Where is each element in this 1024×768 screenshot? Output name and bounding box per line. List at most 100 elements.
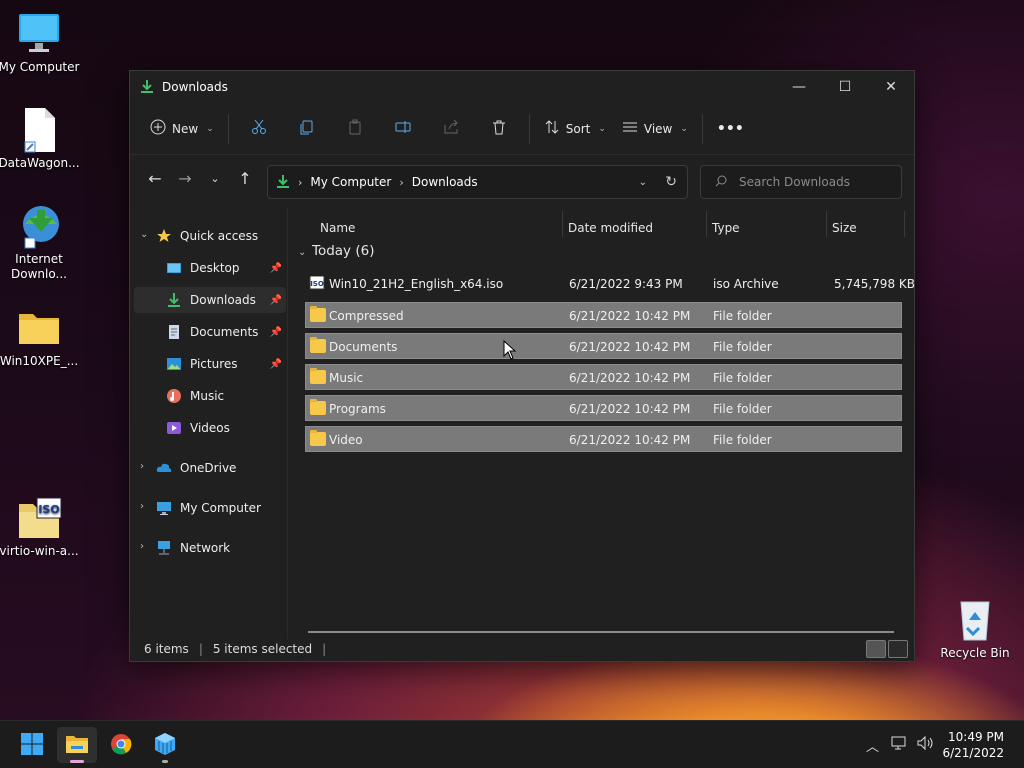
network-icon: [156, 540, 172, 556]
column-header-name[interactable]: Name: [320, 215, 355, 241]
cut-button[interactable]: [235, 112, 283, 146]
details-view-icon[interactable]: [866, 640, 886, 658]
forward-arrow-icon[interactable]: →: [170, 163, 200, 193]
pin-icon[interactable]: 📌: [270, 359, 282, 370]
file-date: 6/21/2022 10:42 PM: [569, 340, 691, 354]
table-row[interactable]: Programs 6/21/2022 10:42 PM File folder: [305, 395, 902, 421]
desktop-icon-datawagon[interactable]: DataWagon...: [0, 106, 81, 171]
minimize-button[interactable]: —: [776, 71, 822, 103]
taskbar-chrome[interactable]: [101, 727, 141, 763]
expand-chevron-icon[interactable]: ›: [140, 501, 144, 512]
expand-chevron-icon[interactable]: ⌄: [140, 229, 148, 240]
title-bar[interactable]: Downloads — ☐ ✕: [130, 71, 914, 103]
expand-chevron-icon[interactable]: ›: [140, 541, 144, 552]
sidebar-item-downloads[interactable]: Downloads 📌: [134, 287, 286, 313]
copy-button[interactable]: [283, 112, 331, 146]
sort-button[interactable]: Sort ⌄: [536, 112, 614, 146]
chevron-down-icon: ⌄: [206, 123, 214, 134]
sidebar-item-quick-access[interactable]: Quick access: [156, 223, 284, 249]
music-icon: [166, 388, 182, 404]
file-name: Documents: [329, 340, 398, 354]
refresh-icon[interactable]: ↻: [665, 174, 677, 190]
rename-button[interactable]: [379, 112, 427, 146]
videos-icon: [166, 420, 182, 436]
file-type: File folder: [713, 433, 772, 447]
table-row[interactable]: ISO Win10_21H2_English_x64.iso 6/21/2022…: [305, 271, 915, 297]
folder-icon: [310, 337, 326, 353]
file-name: Video: [329, 433, 363, 447]
show-hidden-icons-chevron-icon[interactable]: ︿: [866, 736, 879, 755]
table-row[interactable]: Documents 6/21/2022 10:42 PM File folder: [305, 333, 902, 359]
copy-icon: [299, 119, 315, 138]
windows-logo-icon: [20, 732, 44, 759]
taskbar-file-explorer[interactable]: [57, 727, 97, 763]
horizontal-scrollbar[interactable]: [308, 631, 894, 633]
navigation-pane: ⌄ Quick access Desktop 📌 Downloads 📌 Doc…: [130, 207, 288, 639]
share-button[interactable]: [427, 112, 475, 146]
column-header-type[interactable]: Type: [712, 215, 740, 241]
item-count: 6 items: [144, 642, 189, 656]
more-options-button[interactable]: •••: [709, 112, 752, 146]
large-icons-view-icon[interactable]: [888, 640, 908, 658]
sidebar-item-pictures[interactable]: Pictures 📌: [134, 351, 286, 377]
clock[interactable]: 10:49 PM 6/21/2022: [942, 729, 1004, 761]
group-collapse-chevron-icon[interactable]: ⌄: [298, 247, 306, 258]
table-row[interactable]: Compressed 6/21/2022 10:42 PM File folde…: [305, 302, 902, 328]
search-input[interactable]: Search Downloads: [700, 165, 902, 199]
sidebar-item-music[interactable]: Music: [134, 383, 286, 409]
group-header-today[interactable]: Today (6): [312, 243, 374, 259]
sidebar-item-documents[interactable]: Documents 📌: [134, 319, 286, 345]
maximize-button[interactable]: ☐: [822, 71, 868, 103]
monitor-icon: [156, 500, 172, 516]
pin-icon[interactable]: 📌: [270, 263, 282, 274]
back-arrow-icon[interactable]: ←: [140, 163, 170, 193]
sidebar-item-desktop[interactable]: Desktop 📌: [134, 255, 286, 281]
sidebar-item-my-computer[interactable]: My Computer: [156, 495, 284, 521]
breadcrumb-separator-icon: ›: [298, 175, 303, 189]
folder-icon: [15, 304, 63, 352]
up-arrow-icon[interactable]: ↑: [230, 163, 260, 193]
recent-locations-chevron-icon[interactable]: ⌄: [200, 163, 230, 193]
address-history-chevron-icon[interactable]: ⌄: [639, 177, 647, 188]
breadcrumb-downloads[interactable]: Downloads: [412, 175, 478, 189]
expand-chevron-icon[interactable]: ›: [140, 461, 144, 472]
window-title: Downloads: [162, 80, 228, 94]
pin-icon[interactable]: 📌: [270, 327, 282, 338]
new-button[interactable]: New ⌄: [142, 112, 222, 146]
breadcrumb-my-computer[interactable]: My Computer: [310, 175, 391, 189]
sidebar-item-network[interactable]: Network: [156, 535, 284, 561]
documents-icon: [166, 324, 182, 340]
desktop-icon-recycle-bin[interactable]: Recycle Bin: [933, 596, 1017, 661]
download-arrow-icon: [140, 79, 154, 96]
view-button[interactable]: View ⌄: [614, 112, 696, 146]
folder-icon: [310, 306, 326, 322]
column-header-date[interactable]: Date modified: [568, 215, 653, 241]
sidebar-item-videos[interactable]: Videos: [134, 415, 286, 441]
recycle-bin-icon: [951, 596, 999, 644]
desktop-icon-my-computer[interactable]: My Computer: [0, 10, 81, 75]
desktop-icon-win10xpe[interactable]: Win10XPE_...: [0, 304, 81, 369]
desktop-icon-internet-download[interactable]: Internet Downlo...: [0, 202, 81, 282]
iso-file-icon: ISO: [309, 275, 325, 290]
close-button[interactable]: ✕: [868, 71, 914, 103]
desktop-icon-virtio-iso[interactable]: ISO virtio-win-a...: [0, 494, 81, 559]
table-row[interactable]: Video 6/21/2022 10:42 PM File folder: [305, 426, 902, 452]
network-status-icon[interactable]: [891, 735, 907, 755]
list-lines-icon: [622, 119, 638, 138]
paste-button[interactable]: [331, 112, 379, 146]
address-bar[interactable]: › My Computer › Downloads ⌄ ↻: [267, 165, 688, 199]
cloud-icon: [156, 460, 172, 476]
delete-button[interactable]: [475, 112, 523, 146]
table-row[interactable]: Music 6/21/2022 10:42 PM File folder: [305, 364, 902, 390]
plus-circle-icon: [150, 119, 166, 138]
sidebar-item-onedrive[interactable]: OneDrive: [156, 455, 284, 481]
search-placeholder: Search Downloads: [739, 175, 850, 189]
trash-icon: [491, 119, 507, 138]
taskbar-app[interactable]: [145, 727, 185, 763]
pin-icon[interactable]: 📌: [270, 295, 282, 306]
volume-icon[interactable]: [917, 735, 935, 755]
column-header-size[interactable]: Size: [832, 215, 857, 241]
file-name: Music: [329, 371, 364, 385]
start-button[interactable]: [12, 727, 52, 763]
file-name: Programs: [329, 402, 386, 416]
